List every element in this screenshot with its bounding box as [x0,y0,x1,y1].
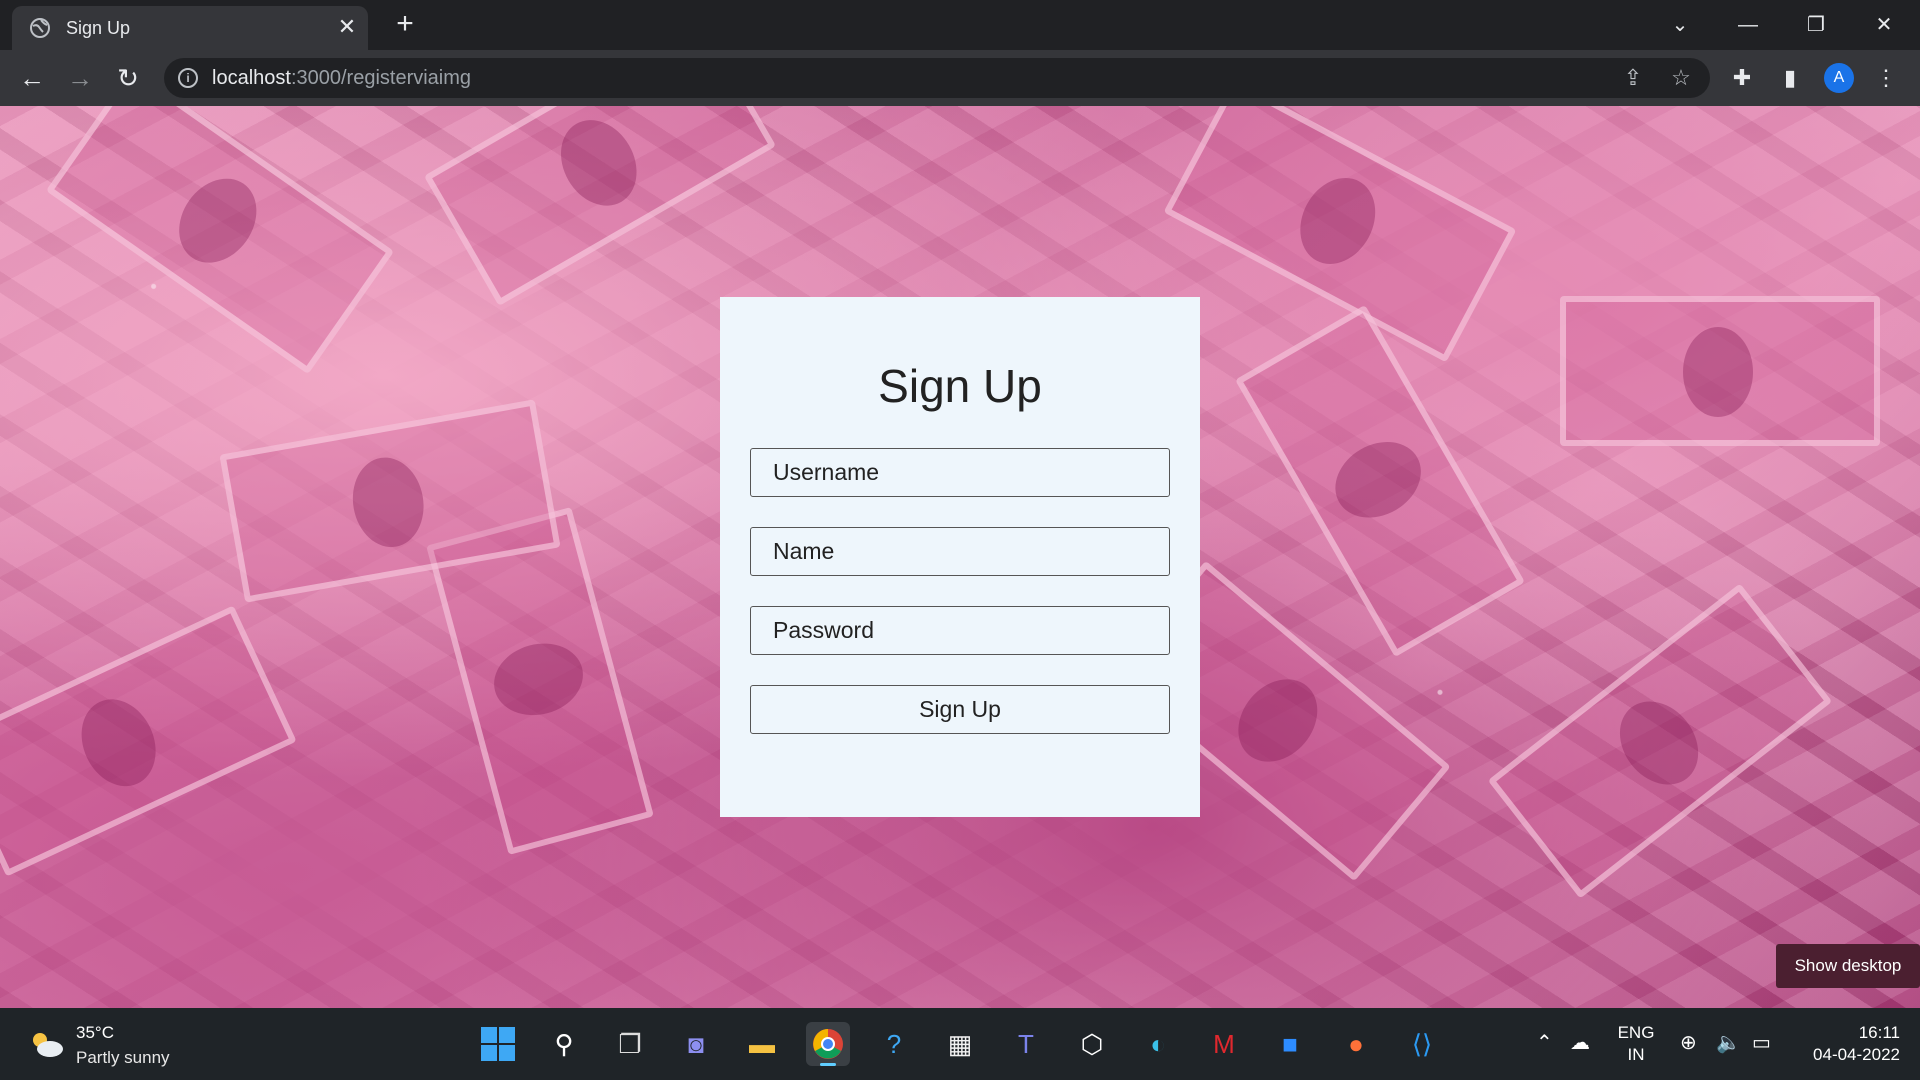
signup-card: Sign Up Sign Up [720,297,1200,817]
partly-sunny-icon [33,1033,63,1057]
url-path: :3000/registerviaimg [290,67,472,89]
background-bill [45,106,395,375]
page-viewport: Sign Up Sign Up Show desktop [0,106,1920,1008]
language-indicator[interactable]: ENG IN [1614,1022,1658,1066]
teams-icon[interactable]: T [1004,1022,1048,1066]
password-input[interactable] [750,606,1170,655]
page-title: Sign Up [878,360,1042,412]
app-icon[interactable]: ⬡ [1070,1022,1114,1066]
chat-icon[interactable]: ◙ [674,1022,718,1066]
firefox-icon[interactable]: ● [1334,1022,1378,1066]
name-input[interactable] [750,527,1170,576]
show-desktop-tooltip: Show desktop [1776,944,1920,988]
share-icon[interactable]: ⇪ [1620,65,1646,91]
clock-time: 16:11 [1858,1023,1900,1042]
restore-icon[interactable]: ❐ [1796,8,1836,42]
tab-search-icon[interactable]: ⌄ [1660,8,1700,42]
background-bill [0,605,297,877]
clock-date: 04-04-2022 [1813,1045,1900,1064]
background-bill [1560,296,1880,446]
mcafee-icon[interactable]: M [1202,1022,1246,1066]
weather-description: Partly sunny [76,1048,170,1067]
globe-icon [30,18,50,38]
volume-icon[interactable]: 🔈 [1716,1030,1741,1055]
network-icon[interactable]: ⊕ [1680,1030,1697,1055]
background-bill [423,106,777,306]
edge-icon[interactable]: ◐ [1136,1022,1180,1066]
taskbar: 35°C Partly sunny ⚲ ❐ ◙ ▬ ? ▦ T ⬡ ◐ M ■ … [0,1008,1920,1080]
browser-toolbar: ← → ↻ i localhost:3000/registerviaimg ⇪ … [0,50,1920,106]
star-icon[interactable]: ☆ [1668,65,1694,91]
address-bar[interactable]: i localhost:3000/registerviaimg ⇪ ☆ [164,58,1710,98]
task-view-icon[interactable]: ❐ [608,1022,652,1066]
weather-temperature: 35°C [76,1023,114,1042]
chrome-logo [813,1029,843,1059]
windows-logo [481,1027,515,1061]
reload-icon[interactable]: ↻ [112,62,144,94]
kebab-menu-icon[interactable]: ⋮ [1870,62,1902,94]
background-bill [1235,304,1525,658]
tab-sign-up[interactable]: Sign Up ✕ [12,6,368,50]
store-icon[interactable]: ▦ [938,1022,982,1066]
chevron-up-icon[interactable]: ⌃ [1536,1030,1553,1055]
language-code: ENG [1617,1023,1655,1042]
windows-start-icon[interactable] [476,1022,520,1066]
extensions-icon[interactable]: ✚ [1726,62,1758,94]
region-code: IN [1627,1045,1645,1064]
info-icon[interactable]: i [178,68,198,88]
close-window-icon[interactable]: ✕ [1864,8,1904,42]
username-input[interactable] [750,448,1170,497]
url-host: localhost [212,67,291,89]
tab-strip: Sign Up ✕ + ⌄ — ❐ ✕ [0,0,1920,50]
background-bill [1487,583,1833,899]
search-icon[interactable]: ⚲ [542,1022,586,1066]
back-arrow-icon[interactable]: ← [16,62,48,94]
profile-avatar[interactable]: A [1824,63,1854,93]
new-tab-button[interactable]: + [390,9,420,40]
signup-button[interactable]: Sign Up [750,685,1170,734]
tab-title: Sign Up [66,18,131,38]
tab-close-icon[interactable]: ✕ [334,14,360,40]
vscode-icon[interactable]: ⟨⟩ [1400,1022,1444,1066]
side-panel-icon[interactable]: ▮ [1774,62,1806,94]
help-icon[interactable]: ? [872,1022,916,1066]
clock[interactable]: 16:11 04-04-2022 [1790,1022,1900,1066]
chrome-icon[interactable] [806,1022,850,1066]
onedrive-icon[interactable]: ☁ [1570,1030,1590,1055]
forward-arrow-icon[interactable]: → [64,62,96,94]
zoom-icon[interactable]: ■ [1268,1022,1312,1066]
active-indicator [820,1063,836,1066]
file-explorer-icon[interactable]: ▬ [740,1022,784,1066]
minimize-icon[interactable]: — [1728,8,1768,42]
battery-icon[interactable]: ▭ [1752,1030,1771,1055]
url-text[interactable]: localhost:3000/registerviaimg [212,67,471,90]
